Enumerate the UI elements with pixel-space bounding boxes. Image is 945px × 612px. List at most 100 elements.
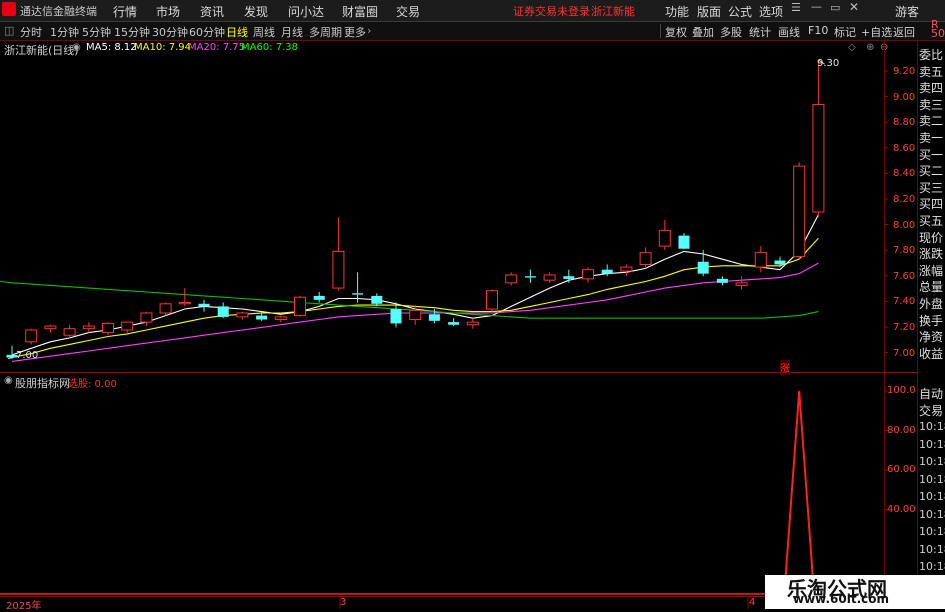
- candle-body: [428, 314, 440, 321]
- ma-line-ma5: [11, 214, 819, 356]
- side-label: 卖二: [919, 114, 944, 129]
- candle-body: [812, 104, 825, 213]
- side-label: 卖三: [919, 97, 944, 112]
- x-label-april: 4: [749, 597, 756, 608]
- side-label: 涨幅: [919, 263, 944, 278]
- candle-body: [25, 329, 38, 343]
- candle: [582, 267, 594, 283]
- side-label: 涨跌: [919, 247, 944, 262]
- candle-body: [582, 269, 594, 280]
- price-tick-label: 7.60: [893, 270, 916, 282]
- indicator-tick-label: 60.00: [887, 464, 916, 476]
- candle-body: [735, 282, 748, 286]
- indicator-value: 选股: 0.00: [68, 379, 117, 390]
- side-label: 买一: [919, 147, 944, 162]
- candle: [102, 322, 114, 336]
- high-price-label: 9.30: [817, 58, 840, 69]
- indicator-tick-label: 100.0: [887, 385, 916, 396]
- candle-body: [658, 229, 671, 247]
- candle-body: [159, 303, 172, 314]
- candle-body: [448, 322, 460, 325]
- candle: [620, 264, 633, 277]
- candle-body: [44, 325, 57, 330]
- candle-body: [121, 321, 134, 331]
- candle-body: [217, 306, 229, 317]
- ma60-line-lead: [0, 280, 13, 284]
- candle: [159, 302, 172, 316]
- candle-body: [313, 295, 325, 300]
- candle: [543, 272, 556, 283]
- price-tick-label: 7.80: [893, 245, 916, 257]
- candle: [82, 322, 95, 333]
- candle-body: [774, 260, 786, 265]
- candle-body: [409, 309, 422, 321]
- candle: [332, 217, 345, 291]
- side-label: 收益: [919, 346, 944, 361]
- candle-body: [82, 325, 95, 330]
- x-label-march: 3: [340, 597, 347, 608]
- limit-up-badge: 涨: [780, 360, 790, 375]
- price-tick-label: 7.40: [893, 296, 916, 308]
- candle-body: [754, 252, 767, 268]
- candle-body: [524, 276, 536, 278]
- candle: [486, 289, 498, 312]
- side-time-entry: 10:18: [919, 560, 945, 573]
- side-label: 买四: [919, 197, 944, 212]
- price-tick-label: 8.80: [893, 117, 916, 129]
- side-time-entry: 10:18: [919, 420, 945, 433]
- candle-body: [697, 261, 709, 274]
- price-tick-label: 9.00: [893, 91, 916, 103]
- candle: [44, 324, 57, 333]
- candle-body: [140, 312, 153, 323]
- price-tick-label: 8.40: [893, 168, 916, 180]
- low-price-label: 7.00: [16, 350, 39, 361]
- candle-body: [543, 274, 556, 281]
- side-label: 现价: [919, 230, 944, 245]
- candle-body: [178, 301, 191, 305]
- side-label: 买五: [919, 214, 944, 228]
- side-label: 卖一: [919, 131, 944, 145]
- candle-body: [620, 266, 633, 272]
- side-label: 卖四: [919, 81, 944, 96]
- candle: [25, 328, 38, 345]
- sub-settings-icon[interactable]: ◉: [4, 375, 13, 386]
- kline-chart[interactable]: [0, 0, 945, 609]
- candle: [236, 311, 249, 320]
- candle: [371, 293, 383, 307]
- candle-body: [466, 321, 479, 326]
- candle-body: [793, 165, 806, 258]
- sub-chart-title: 股朋指标网: [15, 377, 70, 390]
- candle: [352, 272, 364, 303]
- candle: [716, 276, 728, 286]
- price-tick-label: 8.00: [893, 219, 916, 231]
- candle-body: [352, 293, 364, 295]
- candle: [121, 321, 134, 333]
- indicator-tick-label: 40.00: [887, 503, 916, 515]
- candle: [639, 247, 652, 268]
- ma-line-ma10: [11, 237, 819, 359]
- candle: [735, 276, 748, 290]
- candle: [313, 291, 325, 303]
- side-trade-label[interactable]: 自动: [919, 385, 943, 402]
- side-time-entry: 10:18: [919, 542, 945, 556]
- side-time-entry: 10:18: [919, 490, 945, 503]
- side-label: 委比: [919, 48, 944, 62]
- candle: [217, 302, 229, 319]
- candle-body: [390, 309, 402, 324]
- candle: [563, 269, 575, 283]
- side-trade-label[interactable]: 交易: [919, 402, 943, 419]
- candle-body: [236, 312, 249, 318]
- candle-body: [678, 235, 690, 249]
- candle: [274, 315, 287, 323]
- candle: [812, 60, 825, 218]
- side-time-entry: 10:18: [919, 525, 945, 538]
- candle: [390, 302, 402, 328]
- candle-body: [371, 295, 383, 304]
- indicator-tick-label: 80.00: [887, 424, 916, 436]
- price-tick-label: 9.20: [893, 66, 916, 77]
- candle-body: [274, 316, 287, 321]
- side-label: 换手: [919, 313, 944, 328]
- watermark: 乐淘公式网 www.60lt.com: [765, 575, 945, 609]
- candle: [678, 233, 690, 249]
- candle-body: [601, 269, 613, 274]
